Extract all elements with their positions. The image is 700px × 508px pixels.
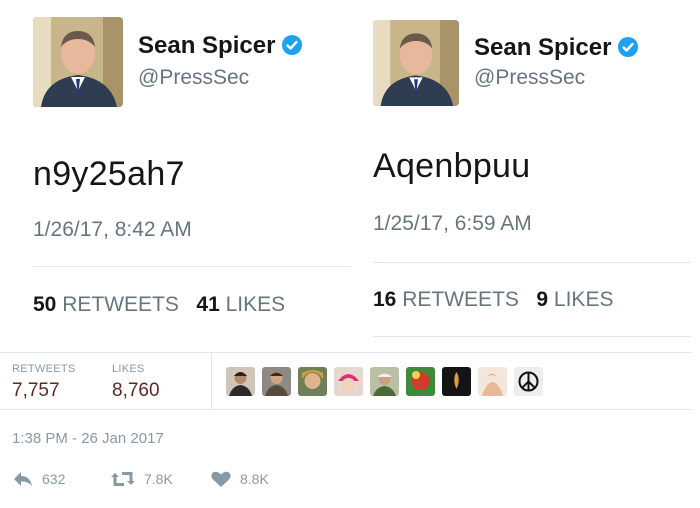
tweet-timestamp[interactable]: 1:38 PM - 26 Jan 2017 [12, 430, 164, 447]
retweets-stat[interactable]: RETWEETS 7,757 [12, 363, 76, 402]
likes-label: LIKES [225, 293, 286, 316]
avatar-photo [373, 20, 459, 106]
likes-stat[interactable]: 9 LIKES [536, 288, 613, 311]
retweet-button[interactable]: 7.8K [110, 470, 173, 488]
likes-label: LIKES [112, 363, 145, 375]
likes-count: 9 [536, 288, 549, 311]
display-name-text: Sean Spicer [138, 32, 276, 59]
retweets-label: RETWEETS [402, 288, 519, 311]
liker-avatars [226, 367, 543, 396]
liker-avatar[interactable] [370, 367, 399, 396]
retweets-stat[interactable]: 16 RETWEETS [373, 288, 519, 311]
retweets-label: RETWEETS [62, 293, 179, 316]
avatar[interactable] [33, 17, 123, 107]
stats-divider [211, 353, 212, 409]
display-name[interactable]: Sean Spicer [138, 32, 303, 60]
retweets-stat[interactable]: 50 RETWEETS [33, 293, 179, 316]
avatar-photo [33, 17, 123, 107]
avatar[interactable] [373, 20, 459, 106]
likes-count: 8,760 [112, 380, 160, 401]
retweet-count: 7.8K [144, 471, 173, 487]
retweets-label: RETWEETS [12, 363, 76, 375]
retweets-count: 7,757 [12, 380, 60, 401]
reply-icon [14, 472, 32, 486]
tweet-text: n9y25ah7 [33, 155, 185, 193]
divider [373, 336, 691, 337]
likes-stat[interactable]: 41 LIKES [196, 293, 285, 316]
verified-badge-icon [281, 34, 303, 56]
liker-avatar[interactable] [262, 367, 291, 396]
liker-avatar[interactable] [298, 367, 327, 396]
retweet-icon [111, 472, 135, 486]
verified-badge-icon [617, 36, 639, 58]
liker-avatar[interactable] [406, 367, 435, 396]
likes-label: LIKES [553, 288, 614, 311]
engagement-stats: 50 RETWEETS 41 LIKES [33, 293, 285, 317]
like-button[interactable]: 8.8K [210, 470, 269, 488]
liker-avatar[interactable] [442, 367, 471, 396]
likes-stat[interactable]: LIKES 8,760 [112, 363, 160, 402]
retweets-count: 16 [373, 288, 397, 311]
display-name[interactable]: Sean Spicer [474, 34, 639, 62]
display-name-text: Sean Spicer [474, 34, 612, 61]
divider [33, 266, 351, 267]
retweets-count: 50 [33, 293, 57, 316]
tweet-timestamp[interactable]: 1/25/17, 6:59 AM [373, 212, 532, 236]
user-handle[interactable]: @PressSec [474, 66, 585, 90]
liker-avatar[interactable] [334, 367, 363, 396]
divider [0, 352, 692, 353]
likes-count: 41 [196, 293, 220, 316]
liker-avatar[interactable] [478, 367, 507, 396]
tweet-text: Aqenbpuu [373, 147, 531, 185]
reply-button[interactable]: 632 [12, 470, 65, 488]
peace-symbol-icon[interactable] [514, 367, 543, 396]
divider [373, 262, 691, 263]
engagement-stats: 16 RETWEETS 9 LIKES [373, 288, 613, 312]
like-count: 8.8K [240, 471, 269, 487]
liker-avatar[interactable] [226, 367, 255, 396]
reply-count: 632 [42, 471, 66, 487]
user-handle[interactable]: @PressSec [138, 66, 249, 90]
heart-icon [211, 471, 231, 487]
divider [0, 409, 692, 410]
tweet-timestamp[interactable]: 1/26/17, 8:42 AM [33, 218, 192, 242]
